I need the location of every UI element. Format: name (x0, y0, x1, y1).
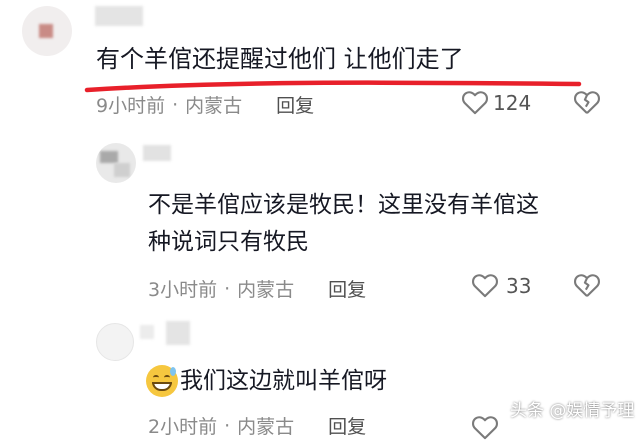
comment-location: 内蒙古 (237, 279, 295, 301)
watermark: 头条 @娱情予理 (510, 401, 635, 421)
username-placeholder (140, 325, 154, 339)
like-count: 33 (506, 274, 532, 298)
comment-text-line: 种说词只有牧民 (148, 229, 309, 255)
heart-icon[interactable] (471, 414, 499, 440)
reply-button[interactable]: 回复 (276, 91, 314, 118)
username-placeholder (143, 145, 171, 161)
comment-location: 内蒙古 (185, 95, 243, 117)
username-placeholder (166, 321, 190, 345)
like-count: 124 (493, 91, 532, 115)
comment-meta: 3小时前 · 内蒙古 回复 (148, 275, 366, 302)
heart-icon[interactable] (461, 89, 489, 115)
heart-icon[interactable] (471, 272, 499, 298)
grinning-sweat-emoji-icon (146, 365, 178, 397)
comment-text: 有个羊倌还提醒过他们 让他们走了 (96, 45, 464, 73)
broken-heart-icon[interactable] (573, 89, 601, 115)
comment-text-line: 不是羊倌应该是牧民！这里没有羊倌这 (148, 192, 539, 218)
avatar[interactable] (96, 143, 136, 183)
meta-separator: · (172, 93, 179, 116)
comment-meta: 9小时前 · 内蒙古 回复 (96, 91, 314, 118)
broken-heart-icon[interactable] (573, 272, 601, 298)
username-placeholder (95, 6, 143, 26)
comment-text: 我们这边就叫羊倌呀 (180, 368, 387, 394)
comment-time: 9小时前 (96, 95, 166, 117)
meta-separator: · (224, 277, 231, 300)
avatar[interactable] (22, 6, 72, 56)
avatar[interactable] (96, 323, 134, 361)
comment-time: 3小时前 (148, 279, 218, 301)
comment-text-row: 我们这边就叫羊倌呀 (146, 362, 387, 400)
reply-button[interactable]: 回复 (328, 275, 366, 302)
